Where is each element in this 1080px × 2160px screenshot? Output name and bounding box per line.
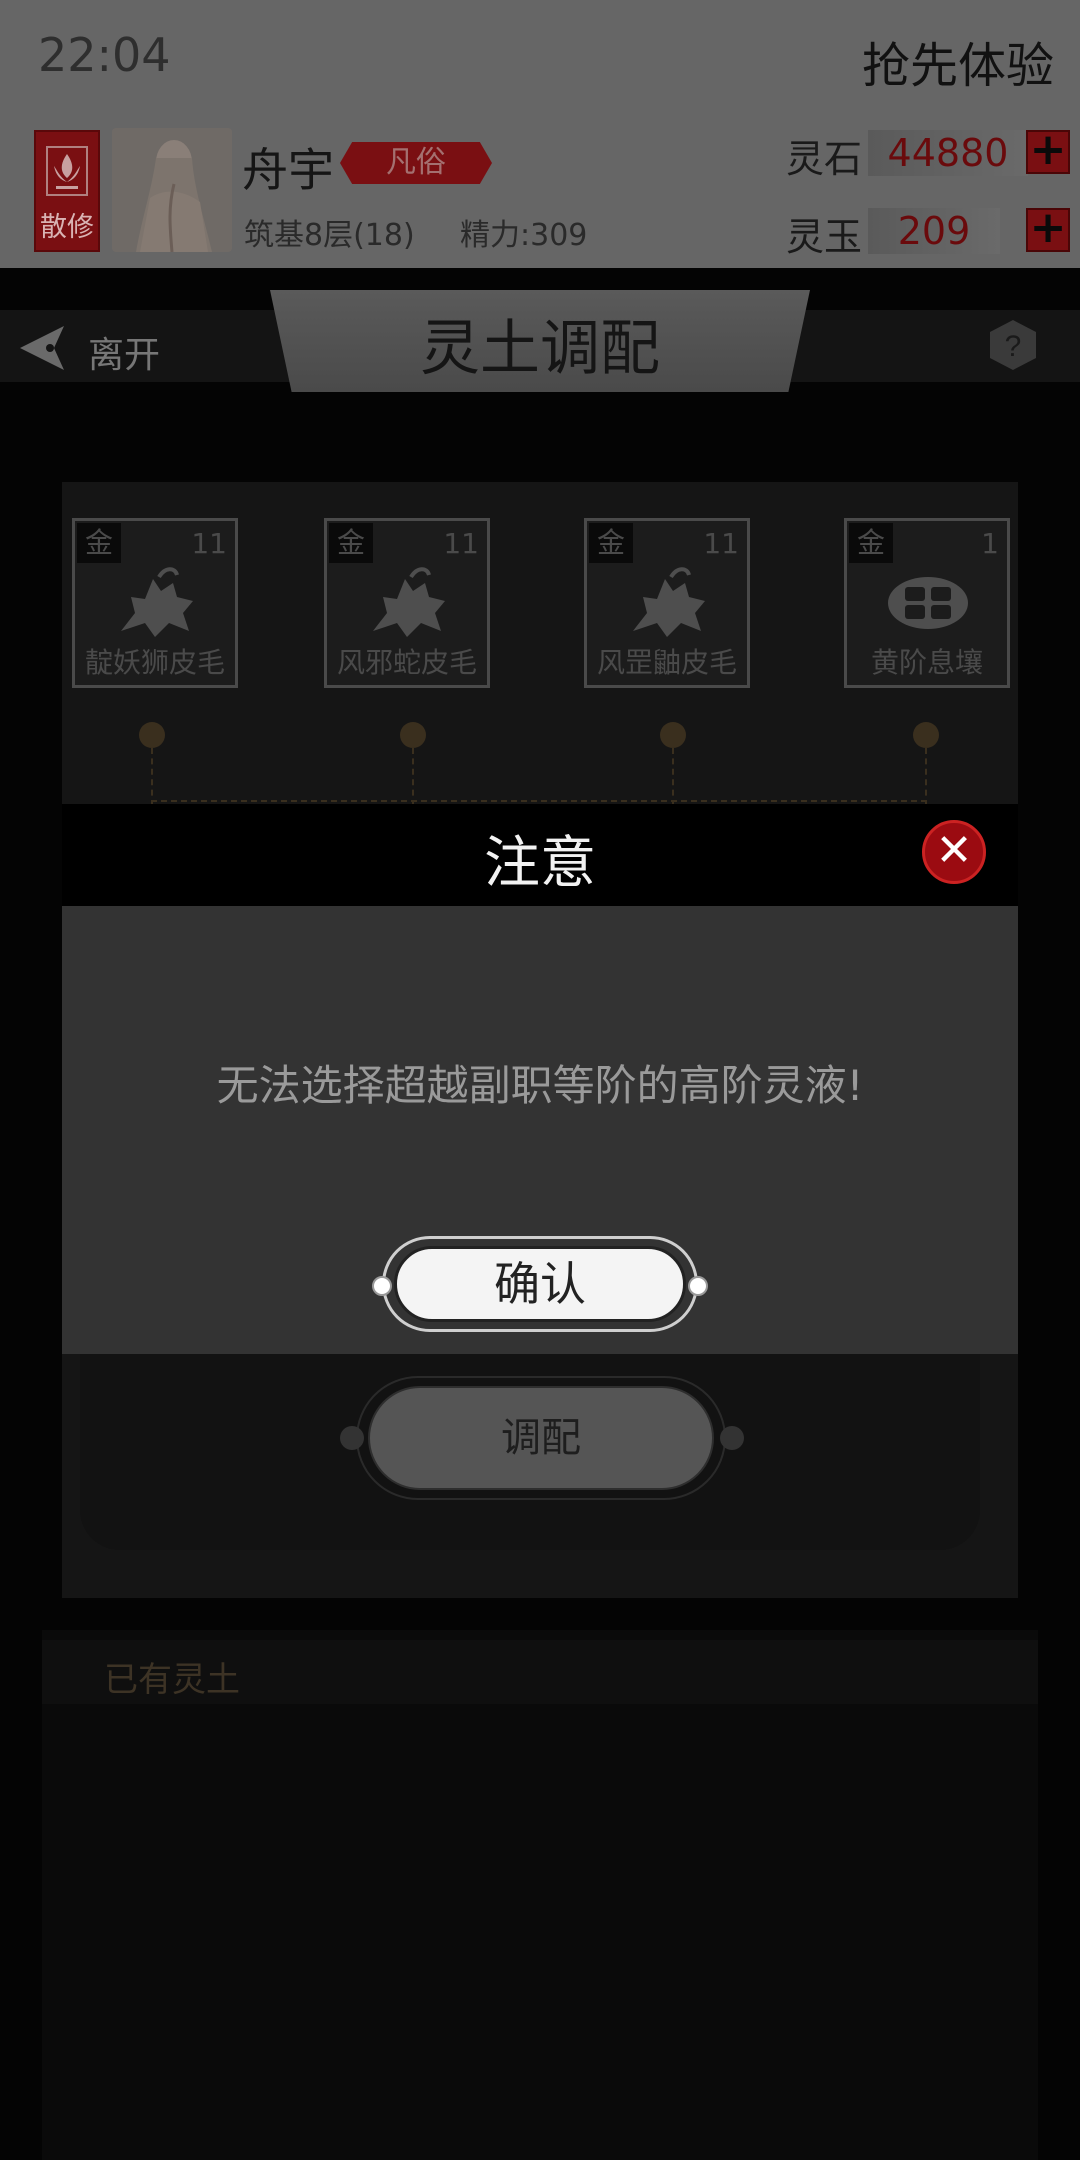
- connector-line: [672, 748, 674, 806]
- beast-pelt-icon: [373, 567, 445, 637]
- spirit-stone-value: 44880: [868, 130, 1028, 176]
- button-knob: [720, 1426, 744, 1450]
- button-knob: [372, 1276, 392, 1296]
- button-knob: [688, 1276, 708, 1296]
- add-spirit-stone-button[interactable]: +: [1026, 128, 1070, 174]
- spirit-jade-value: 209: [868, 208, 1000, 254]
- status-time: 22:04: [38, 28, 171, 82]
- lotus-emblem-icon: [46, 146, 88, 196]
- question-icon[interactable]: ?: [986, 318, 1040, 372]
- ingredient-slot[interactable]: 金 11 风罡鼬皮毛: [584, 518, 750, 688]
- sect-label: 散修: [40, 212, 94, 243]
- connector-line: [925, 748, 927, 806]
- avatar[interactable]: [112, 128, 232, 252]
- button-knob: [340, 1426, 364, 1450]
- dialog-title: 注意: [484, 831, 596, 896]
- connector-rail: [151, 800, 927, 802]
- energy-value: 精力:309: [460, 218, 588, 253]
- item-name: 风邪蛇皮毛: [336, 646, 477, 679]
- back-arrow-icon: [20, 326, 64, 370]
- item-count: 11: [443, 527, 479, 560]
- item-name: 黄阶息壤: [870, 646, 983, 679]
- spirit-stone-label: 灵石: [786, 137, 863, 181]
- item-name: 风罡鼬皮毛: [596, 646, 737, 679]
- player-name: 舟宇: [242, 143, 334, 197]
- beast-pelt-icon: [121, 567, 193, 637]
- rank-badge: 凡俗: [340, 142, 492, 184]
- connector-node: [400, 722, 426, 748]
- svg-text:?: ?: [1005, 330, 1022, 363]
- owned-soil-title: 已有灵土: [104, 1660, 240, 1700]
- mix-button[interactable]: 调配: [368, 1386, 714, 1490]
- confirm-button[interactable]: 确认: [394, 1246, 686, 1322]
- sect-badge[interactable]: 散修: [34, 130, 100, 252]
- early-access-label[interactable]: 抢先体验: [862, 26, 1054, 96]
- beast-pelt-icon: [633, 567, 705, 637]
- item-count: 11: [703, 527, 739, 560]
- item-count: 1: [981, 527, 999, 560]
- connector-line: [151, 748, 153, 806]
- soil-block-icon: [888, 577, 968, 629]
- connector-node: [913, 722, 939, 748]
- dialog-message: 无法选择超越副职等阶的高阶灵液!: [216, 1061, 864, 1110]
- owned-soil-list: [42, 1630, 1038, 2160]
- spirit-jade-label: 灵玉: [786, 215, 863, 259]
- ingredient-slot[interactable]: 金 1 黄阶息壤: [844, 518, 1010, 688]
- connector-node: [139, 722, 165, 748]
- item-name: 靛妖狮皮毛: [84, 646, 225, 679]
- back-label[interactable]: 离开: [88, 326, 160, 378]
- item-count: 11: [191, 527, 227, 560]
- connector-node: [660, 722, 686, 748]
- cultivation-realm: 筑基8层(18): [244, 218, 415, 253]
- connector-line: [412, 748, 414, 806]
- ingredient-slot[interactable]: 金 11 风邪蛇皮毛: [324, 518, 490, 688]
- ingredient-slot[interactable]: 金 11 靛妖狮皮毛: [72, 518, 238, 688]
- add-spirit-jade-button[interactable]: +: [1026, 206, 1070, 252]
- close-icon[interactable]: ✕: [922, 820, 986, 884]
- page-title: 灵土调配: [420, 314, 660, 384]
